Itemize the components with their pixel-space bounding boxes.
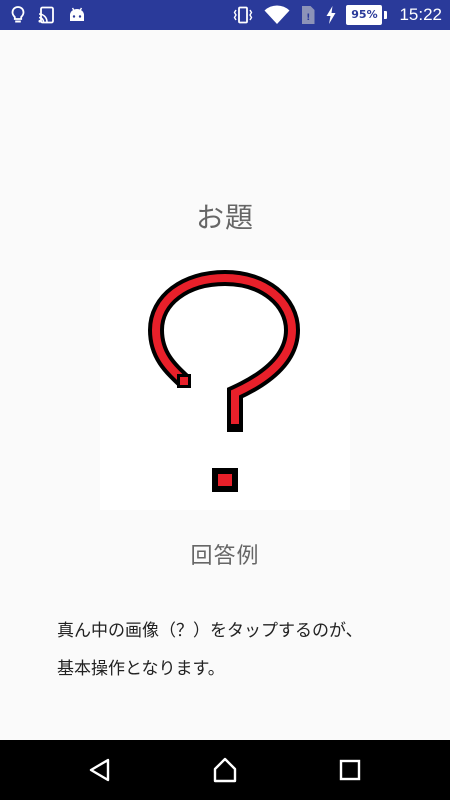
home-button[interactable] bbox=[210, 755, 240, 785]
battery-tip bbox=[384, 11, 388, 19]
question-image-button[interactable] bbox=[100, 260, 350, 510]
page-title: お題 bbox=[195, 201, 254, 234]
answer-example-label: 回答例 bbox=[190, 544, 260, 569]
instruction-text: 真ん中の画像（？）をタップするのが、 基本操作となります。 bbox=[57, 612, 437, 688]
vibrate-icon bbox=[232, 6, 254, 24]
battery-percent: 95% bbox=[346, 5, 383, 25]
status-time: 15:22 bbox=[399, 5, 442, 24]
status-bar: ! 95% 15:22 bbox=[0, 0, 450, 30]
navigation-bar bbox=[0, 740, 450, 800]
battery-icon: 95% bbox=[346, 5, 388, 25]
status-left-icons bbox=[10, 4, 86, 26]
instruction-line: 真ん中の画像（？）をタップするのが、 bbox=[57, 621, 363, 641]
recents-button[interactable] bbox=[335, 755, 365, 785]
wifi-icon bbox=[264, 5, 290, 25]
sim-icon: ! bbox=[300, 5, 316, 25]
charging-icon bbox=[326, 6, 336, 24]
status-right-icons: ! 95% 15:22 bbox=[232, 4, 442, 26]
android-icon bbox=[68, 7, 86, 23]
lightbulb-icon bbox=[10, 5, 26, 25]
cast-icon bbox=[38, 6, 56, 24]
home-icon bbox=[213, 757, 237, 783]
recents-icon bbox=[339, 759, 361, 781]
screen: ! 95% 15:22 お題 回答例 真ん中の画像（？）をタップするのが、 基本… bbox=[0, 0, 450, 800]
svg-text:!: ! bbox=[307, 13, 311, 23]
question-mark-pixel-icon bbox=[147, 269, 301, 492]
back-icon bbox=[89, 758, 110, 782]
back-button[interactable] bbox=[85, 755, 115, 785]
instruction-line: 基本操作となります。 bbox=[57, 659, 225, 679]
